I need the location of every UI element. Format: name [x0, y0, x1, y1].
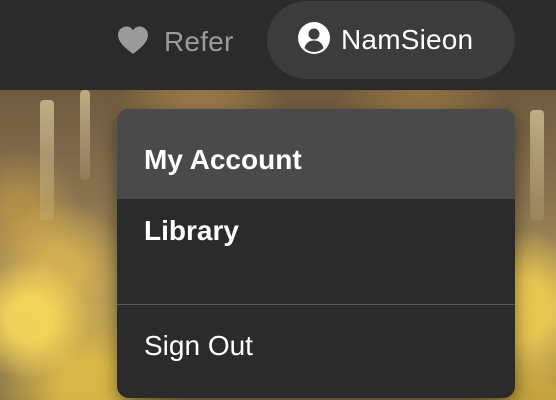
- refer-link[interactable]: Refer: [116, 22, 233, 62]
- menu-item-label: My Account: [144, 144, 302, 175]
- user-name: NamSieon: [341, 24, 474, 55]
- menu-item-my-account[interactable]: My Account: [117, 109, 515, 199]
- heart-icon: [116, 25, 150, 60]
- background-light-streak: [40, 100, 54, 220]
- page: Refer NamSieon My Account Library Sign O…: [0, 0, 556, 400]
- menu-item-label: Sign Out: [144, 330, 253, 361]
- top-bar: Refer NamSieon: [0, 0, 556, 90]
- account-dropdown-menu: My Account Library Sign Out: [117, 109, 515, 398]
- menu-item-library[interactable]: Library: [117, 199, 515, 281]
- menu-item-sign-out[interactable]: Sign Out: [117, 305, 515, 385]
- background-light-streak: [80, 90, 90, 180]
- user-menu-button[interactable]: NamSieon: [267, 1, 515, 79]
- background-light-streak: [530, 110, 544, 220]
- user-circle-icon: [297, 21, 331, 60]
- menu-item-label: Library: [144, 215, 239, 246]
- refer-label: Refer: [164, 26, 234, 57]
